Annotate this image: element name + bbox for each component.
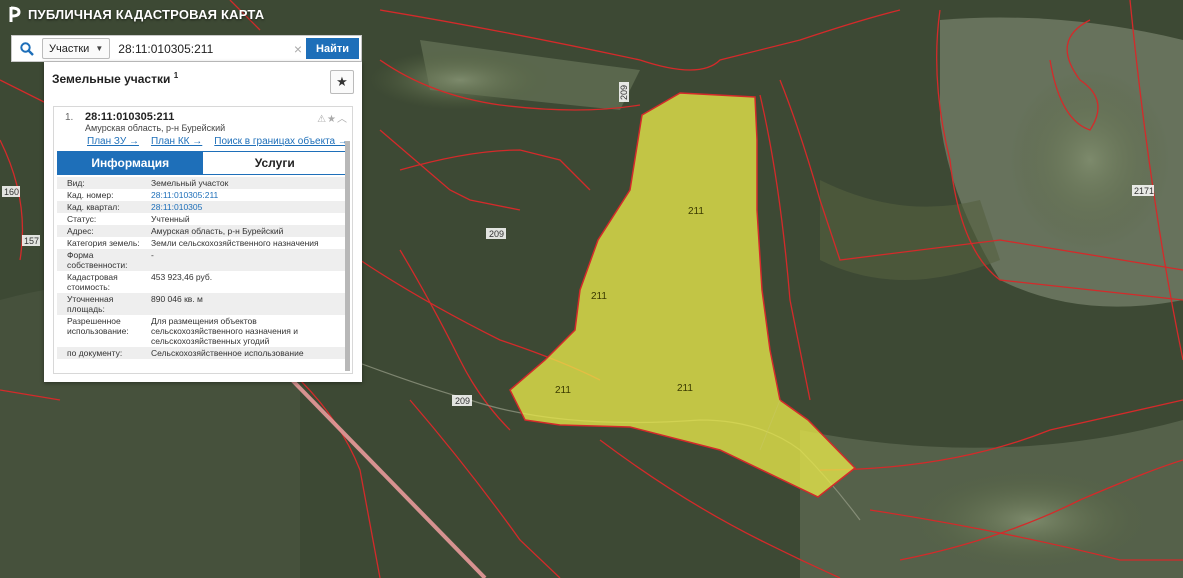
star-icon: ★ (336, 74, 348, 89)
info-key: Вид: (67, 178, 85, 188)
info-value: Земельный участок (151, 178, 229, 188)
result-card-header[interactable]: 1. 28:11:010305:211 Амурская область, р-… (54, 107, 352, 137)
result-tabs: Информация Услуги (57, 151, 348, 175)
info-row: Кадастровая стоимость: 453 923,46 руб. (57, 271, 348, 293)
quarter-link[interactable]: 28:11:010305 (151, 202, 348, 212)
info-key: Статус: (67, 214, 97, 224)
boundary-label: 209 (619, 85, 629, 100)
plan-zu-link[interactable]: План ЗУ → (87, 136, 139, 147)
results-panel: Земельные участки 1 ★ 1. 28:11:010305:21… (44, 62, 362, 382)
parcel-label: 211 (677, 383, 693, 394)
boundary-label: 160 (4, 187, 19, 197)
search-type-label: Участки (49, 42, 90, 55)
info-value: 890 046 кв. м (151, 294, 203, 304)
boundary-label: 2171 (1134, 186, 1154, 196)
warning-icon[interactable]: ⚠ (317, 114, 327, 125)
parcel-label: 211 (555, 385, 571, 396)
boundary-label: 209 (455, 396, 470, 406)
info-key: Разрешенное использование: (67, 316, 129, 336)
info-value: Для размещения объектов сельскохозяйстве… (151, 316, 298, 346)
favorite-button[interactable]: ★ (330, 70, 354, 94)
info-row: по документу: Сельскохозяйственное испол… (57, 347, 348, 359)
cadnum-link[interactable]: 28:11:010305:211 (151, 190, 348, 200)
chevron-up-icon[interactable]: ︿ (337, 114, 348, 125)
info-key: Уточненная площадь: (67, 294, 114, 314)
info-value: 453 923,46 руб. (151, 272, 213, 282)
result-cadnum: 28:11:010305:211 (85, 111, 175, 123)
result-index: 1. (65, 112, 74, 123)
info-row: Кад. квартал: 28:11:010305 (57, 201, 348, 213)
result-address: Амурская область, р-н Бурейский (85, 123, 226, 133)
info-key: Категория земель: (67, 238, 140, 248)
info-key: Форма собственности: (67, 250, 128, 270)
info-row: Разрешенное использование: Для размещени… (57, 315, 348, 347)
info-key: Кадастровая стоимость: (67, 272, 118, 292)
info-value: Сельскохозяйственное использование (151, 348, 304, 358)
search-input[interactable] (110, 37, 291, 60)
info-row: Форма собственности: - (57, 249, 348, 271)
panel-title: Земельные участки 1 (52, 71, 178, 86)
info-value: - (151, 250, 154, 260)
info-table: Вид: Земельный участок Кад. номер: 28:11… (57, 177, 348, 359)
result-card: 1. 28:11:010305:211 Амурская область, р-… (53, 106, 353, 374)
panel-title-text: Земельные участки (52, 72, 171, 86)
search-type-dropdown[interactable]: Участки ▼ (42, 38, 111, 59)
clear-icon[interactable]: × (290, 41, 306, 57)
search-bar: Участки ▼ × Найти (11, 35, 362, 62)
info-key: Адрес: (67, 226, 94, 236)
info-value: Амурская область, р-н Бурейский (151, 226, 284, 236)
result-count: 1 (173, 71, 179, 80)
info-value: Учтенный (151, 214, 190, 224)
boundary-label: 157 (24, 236, 39, 246)
chevron-down-icon: ▼ (95, 44, 104, 53)
tab-services[interactable]: Услуги (202, 152, 347, 174)
parcel-label: 211 (591, 291, 607, 302)
app-title: ПУБЛИЧНАЯ КАДАСТРОВАЯ КАРТА (28, 6, 265, 22)
star-icon[interactable]: ★ (327, 114, 337, 125)
rosreestr-logo-icon (8, 5, 22, 23)
info-row: Вид: Земельный участок (57, 177, 348, 189)
info-row: Кад. номер: 28:11:010305:211 (57, 189, 348, 201)
parcel-label: 211 (688, 206, 704, 217)
boundary-label: 209 (489, 229, 504, 239)
app-header: ПУБЛИЧНАЯ КАДАСТРОВАЯ КАРТА (0, 0, 308, 28)
search-icon[interactable] (12, 36, 42, 61)
info-value: Земли сельскохозяйственного назначения (151, 238, 319, 248)
info-key: Кад. квартал: (67, 202, 120, 212)
tab-info[interactable]: Информация (58, 152, 203, 174)
info-row: Уточненная площадь: 890 046 кв. м (57, 293, 348, 315)
info-row: Адрес: Амурская область, р-н Бурейский (57, 225, 348, 237)
info-key: по документу: (67, 348, 123, 358)
info-row: Категория земель: Земли сельскохозяйстве… (57, 237, 348, 249)
scrollbar-thumb[interactable] (345, 141, 350, 371)
result-links: План ЗУ → План КК → Поиск в границах объ… (87, 136, 348, 147)
info-key: Кад. номер: (67, 190, 114, 200)
panel-scrollbar[interactable] (345, 141, 350, 371)
search-button[interactable]: Найти (306, 38, 359, 59)
search-in-bounds-link[interactable]: Поиск в границах объекта → (214, 136, 348, 147)
info-row: Статус: Учтенный (57, 213, 348, 225)
plan-kk-link[interactable]: План КК → (151, 136, 202, 147)
